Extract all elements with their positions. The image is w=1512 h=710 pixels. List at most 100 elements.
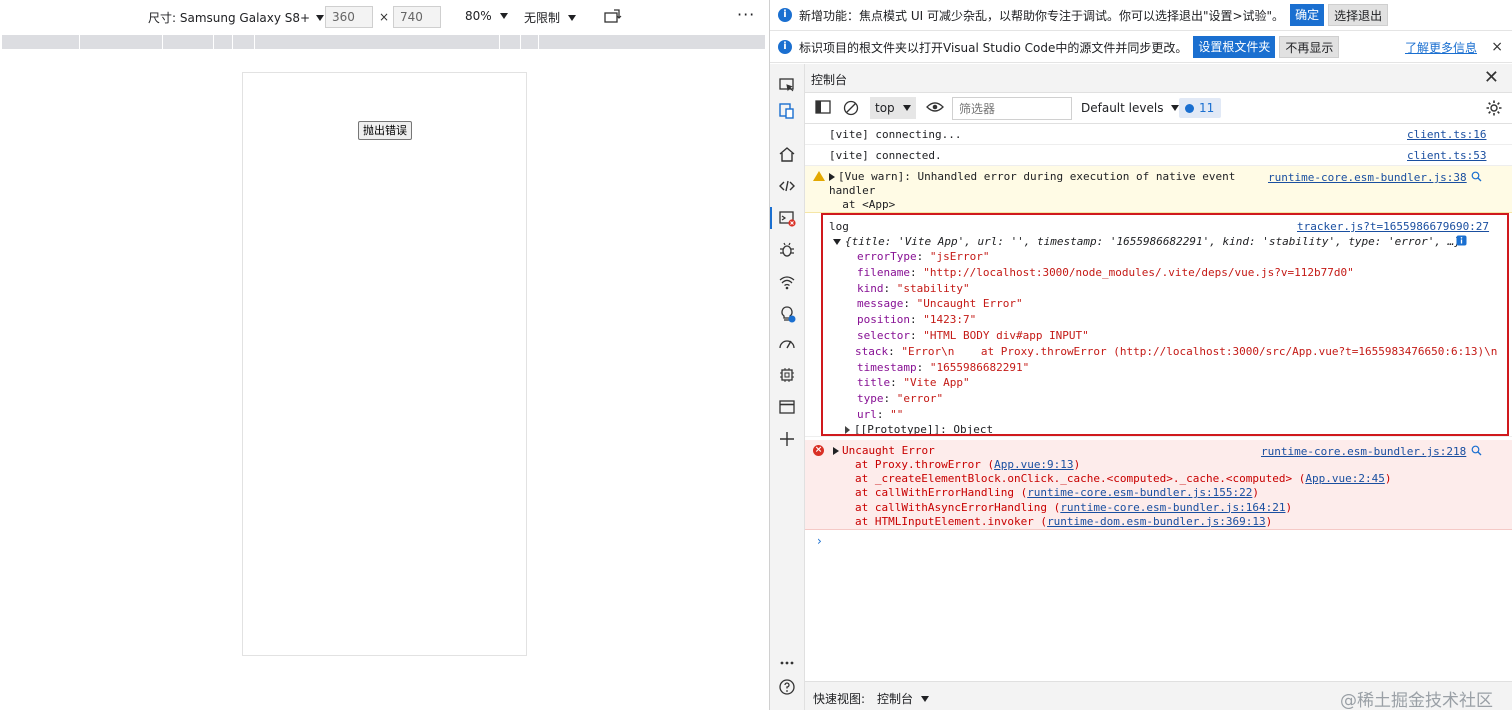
info-icon: i xyxy=(778,8,792,22)
frame-source-link[interactable]: runtime-dom.esm-bundler.js:369:13 xyxy=(1047,515,1266,528)
warning-line: [Vue warn]: Unhandled error during execu… xyxy=(829,170,1235,183)
expand-icon[interactable] xyxy=(833,447,839,455)
frame-function: at HTMLInputElement.invoker ( xyxy=(855,514,1048,528)
close-icon[interactable]: ✕ xyxy=(1484,69,1499,87)
help-icon[interactable] xyxy=(778,678,796,696)
chevron-down-icon xyxy=(921,695,930,702)
learn-more-link[interactable]: 了解更多信息 xyxy=(1405,39,1477,56)
debug-icon[interactable] xyxy=(778,241,796,259)
error-title-line: Uncaught Error xyxy=(833,444,935,457)
search-icon[interactable] xyxy=(1471,445,1482,456)
opt-out-button[interactable]: 选择退出 xyxy=(1328,4,1389,26)
device-viewport: 抛出错误 xyxy=(242,72,527,656)
inspect-icon[interactable] xyxy=(778,76,796,94)
more-tools-icon[interactable] xyxy=(778,654,796,672)
application-icon[interactable] xyxy=(778,398,796,416)
live-expression-icon[interactable] xyxy=(926,100,944,117)
source-link[interactable]: runtime-core.esm-bundler.js:38 xyxy=(1268,171,1467,184)
message-text: [vite] connecting... xyxy=(829,128,962,141)
frame-source-link[interactable]: runtime-core.esm-bundler.js:155:22 xyxy=(1027,486,1252,499)
sidebar-toggle-icon[interactable] xyxy=(815,100,831,117)
console-icon[interactable] xyxy=(778,209,796,227)
console-prompt[interactable]: › xyxy=(817,534,822,548)
gear-icon[interactable] xyxy=(1485,99,1503,117)
warning-text: [Vue warn]: Unhandled error during execu… xyxy=(838,170,1236,183)
info-bar-focus-mode: i 新增功能：焦点模式 UI 可减少杂乱，以帮助你专注于调试。你可以选择退出"设… xyxy=(770,0,1512,31)
source-link[interactable]: client.ts:53 xyxy=(1407,149,1486,162)
memory-icon[interactable] xyxy=(778,366,796,384)
rotate-icon[interactable] xyxy=(604,8,622,24)
error-title: Uncaught Error xyxy=(842,444,935,457)
dimension-separator: × xyxy=(379,10,390,24)
height-input[interactable] xyxy=(393,6,441,28)
warning-text-cont: handler xyxy=(829,184,876,197)
elements-icon[interactable] xyxy=(778,177,796,195)
frame-source-link[interactable]: App.vue:9:13 xyxy=(994,458,1073,471)
stack-frame: at _createElementBlock.onClick._cache.<c… xyxy=(855,472,1391,485)
frame-function: at callWithErrorHandling ( xyxy=(855,486,1028,500)
filter-input[interactable] xyxy=(952,97,1072,120)
chevron-down-icon xyxy=(902,105,911,111)
info-message: 标识项目的根文件夹以打开Visual Studio Code中的源文件并同步更改… xyxy=(799,40,1188,55)
frame-close: ) xyxy=(1252,486,1259,500)
issues-icon xyxy=(1185,103,1194,113)
frame-source-link[interactable]: runtime-core.esm-bundler.js:164:21 xyxy=(1060,501,1285,514)
source-link[interactable]: runtime-core.esm-bundler.js:218 xyxy=(1261,445,1466,458)
clear-console-icon[interactable] xyxy=(843,100,859,119)
message-text: [vite] connected. xyxy=(829,149,942,162)
stack-frame: at callWithErrorHandling (runtime-core.e… xyxy=(855,486,1259,499)
width-input[interactable] xyxy=(325,6,373,28)
active-indicator xyxy=(770,207,772,229)
warning-icon xyxy=(813,171,825,181)
throttle-label: 无限制 xyxy=(524,11,561,25)
source-link[interactable]: client.ts:16 xyxy=(1407,128,1486,141)
expand-icon[interactable] xyxy=(829,173,835,181)
throw-error-button[interactable]: 抛出错误 xyxy=(358,121,412,140)
emulation-toolbar: 尺寸: Samsung Galaxy S8+ × 80% 无限制 ··· xyxy=(0,0,769,34)
console-messages: [vite] connecting... client.ts:16 [vite]… xyxy=(805,124,1512,679)
device-emulation-pane: 尺寸: Samsung Galaxy S8+ × 80% 无限制 ··· 抛出错 xyxy=(0,0,769,710)
context-select[interactable]: top xyxy=(870,97,916,119)
issues-counter[interactable]: 11 xyxy=(1179,98,1221,118)
error-icon: × xyxy=(813,445,824,456)
media-query-ruler[interactable] xyxy=(2,35,766,49)
close-icon[interactable]: × xyxy=(1491,39,1503,55)
devtools-panel: i 新增功能：焦点模式 UI 可减少杂乱，以帮助你专注于调试。你可以选择退出"设… xyxy=(769,0,1512,710)
stack-frame: at HTMLInputElement.invoker (runtime-dom… xyxy=(855,515,1272,528)
issues-count: 11 xyxy=(1199,101,1215,115)
search-icon[interactable] xyxy=(1471,171,1482,182)
stack-frame: at callWithAsyncErrorHandling (runtime-c… xyxy=(855,501,1292,514)
console-message: [vite] connecting... client.ts:16 xyxy=(805,124,1512,145)
info-icon: i xyxy=(778,40,792,54)
network-icon[interactable] xyxy=(778,273,796,291)
add-tool-icon[interactable] xyxy=(778,430,796,448)
more-options-icon[interactable]: ··· xyxy=(737,5,755,24)
device-toolbar-icon[interactable] xyxy=(778,102,796,120)
error-message: × Uncaught Error runtime-core.esm-bundle… xyxy=(805,440,1512,530)
quick-view-select[interactable]: 控制台 xyxy=(877,690,930,707)
chevron-down-icon xyxy=(316,14,325,21)
frame-function: at _createElementBlock.onClick._cache.<c… xyxy=(855,472,1306,486)
chevron-down-icon xyxy=(499,13,508,19)
device-select[interactable]: 尺寸: Samsung Galaxy S8+ xyxy=(148,9,325,26)
performance-icon[interactable] xyxy=(778,335,796,353)
frame-close: ) xyxy=(1265,514,1273,528)
log-levels-select[interactable]: Default levels xyxy=(1081,101,1180,115)
dont-show-again-button[interactable]: 不再显示 xyxy=(1279,36,1340,58)
home-icon[interactable] xyxy=(778,145,796,163)
set-root-folder-button[interactable]: 设置根文件夹 xyxy=(1193,36,1276,58)
frame-function: at callWithAsyncErrorHandling ( xyxy=(855,500,1061,514)
console-toolbar: top Default levels 11 xyxy=(805,93,1512,124)
performance-insights-icon[interactable] xyxy=(778,305,796,323)
throttle-select[interactable]: 无限制 xyxy=(524,9,577,26)
info-message: 新增功能：焦点模式 UI 可减少杂乱，以帮助你专注于调试。你可以选择退出"设置>… xyxy=(799,8,1285,23)
screen: 尺寸: Samsung Galaxy S8+ × 80% 无限制 ··· 抛出错 xyxy=(0,0,1512,710)
levels-label: Default levels xyxy=(1081,101,1164,115)
frame-source-link[interactable]: App.vue:2:45 xyxy=(1305,472,1384,485)
watermark: @稀土掘金技术社区 xyxy=(1340,691,1493,710)
frame-close: ) xyxy=(1384,472,1392,486)
frame-function: at Proxy.throwError ( xyxy=(855,458,995,471)
zoom-select[interactable]: 80% xyxy=(465,9,508,23)
ok-button[interactable]: 确定 xyxy=(1290,4,1325,26)
quick-view-selected: 控制台 xyxy=(877,692,914,706)
